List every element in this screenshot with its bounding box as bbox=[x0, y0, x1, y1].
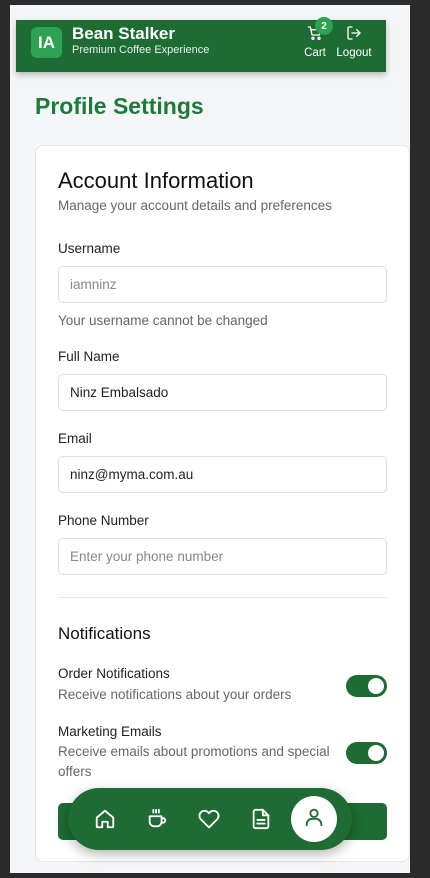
section-divider bbox=[58, 597, 387, 598]
brand-tagline: Premium Coffee Experience bbox=[72, 44, 210, 56]
phone-label: Phone Number bbox=[58, 513, 149, 528]
heart-icon[interactable] bbox=[194, 804, 224, 834]
order-notifications-desc: Receive notifications about your orders bbox=[58, 687, 292, 702]
document-icon[interactable] bbox=[246, 804, 276, 834]
username-field: iamninz bbox=[58, 266, 387, 303]
profile-tab-active[interactable] bbox=[291, 796, 337, 842]
logout-icon bbox=[332, 23, 376, 43]
brand-name: Bean Stalker bbox=[72, 24, 175, 43]
home-icon[interactable] bbox=[90, 804, 120, 834]
account-card: Account Information Manage your account … bbox=[35, 145, 410, 862]
full-name-field[interactable]: Ninz Embalsado bbox=[58, 374, 387, 411]
order-notifications-toggle[interactable] bbox=[346, 675, 387, 697]
coffee-icon[interactable] bbox=[142, 804, 172, 834]
logo-avatar: IA bbox=[31, 27, 62, 58]
username-hint: Your username cannot be changed bbox=[58, 313, 268, 328]
cart-button[interactable]: 2 Cart bbox=[295, 17, 335, 67]
bottom-nav bbox=[68, 788, 352, 850]
email-label: Email bbox=[58, 431, 92, 446]
username-label: Username bbox=[58, 241, 121, 256]
account-title: Account Information bbox=[58, 168, 254, 193]
user-icon bbox=[303, 806, 325, 833]
toggle-knob bbox=[368, 745, 384, 761]
phone-field[interactable]: Enter your phone number bbox=[58, 538, 387, 575]
page-title: Profile Settings bbox=[35, 93, 204, 119]
marketing-emails-toggle[interactable] bbox=[346, 742, 387, 764]
app-frame: IA Bean Stalker Premium Coffee Experienc… bbox=[10, 5, 410, 873]
cart-label: Cart bbox=[304, 47, 326, 59]
full-name-label: Full Name bbox=[58, 349, 120, 364]
marketing-emails-title: Marketing Emails bbox=[58, 724, 162, 739]
order-notifications-title: Order Notifications bbox=[58, 666, 170, 681]
app-header: IA Bean Stalker Premium Coffee Experienc… bbox=[16, 17, 386, 72]
account-subtitle: Manage your account details and preferen… bbox=[58, 198, 332, 213]
logout-label: Logout bbox=[336, 47, 372, 59]
logout-button[interactable]: Logout bbox=[332, 23, 376, 67]
notifications-title: Notifications bbox=[58, 624, 151, 643]
cart-count-badge: 2 bbox=[315, 17, 333, 35]
marketing-emails-desc: Receive emails about promotions and spec… bbox=[58, 744, 330, 779]
toggle-knob bbox=[368, 678, 384, 694]
email-field[interactable]: ninz@myma.com.au bbox=[58, 456, 387, 493]
